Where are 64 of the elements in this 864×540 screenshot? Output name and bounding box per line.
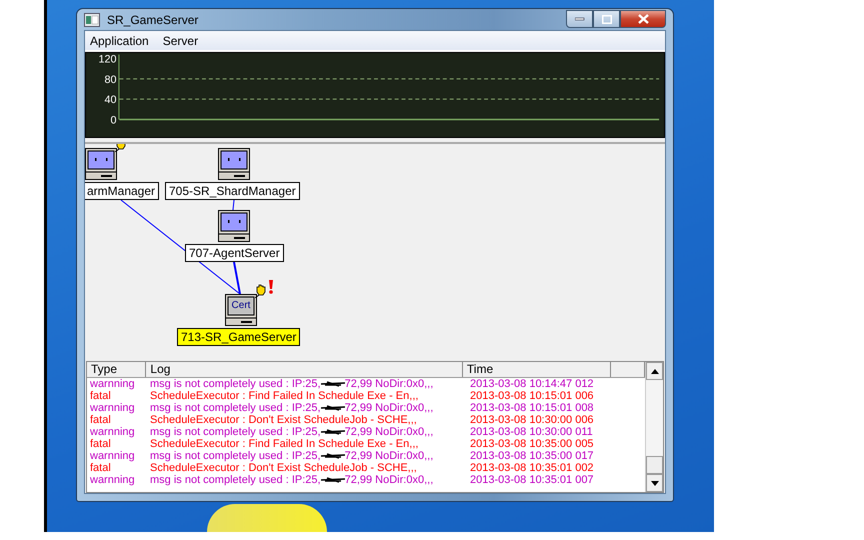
table-cell-text: warnning bbox=[89, 450, 136, 462]
menu-item[interactable]: Server bbox=[162, 34, 198, 48]
column-header[interactable]: Time bbox=[462, 362, 612, 377]
up-arrow-icon bbox=[650, 368, 658, 374]
computer-icon[interactable] bbox=[218, 210, 250, 242]
computer-icon[interactable] bbox=[218, 148, 250, 180]
y-axis-label: 80 bbox=[104, 74, 116, 86]
table-cell-text: 2013-03-08 10:30:00 006 bbox=[469, 414, 595, 426]
maximize-button[interactable] bbox=[593, 10, 620, 28]
table-cell-text: msg is not completely used : IP:25, 72,99 NoDir:0x0,,, bbox=[149, 378, 434, 390]
table-cell-text: ScheduleExecutor : Don't Exist ScheduleJob - SCHE,,, bbox=[149, 462, 418, 474]
table-cell-text: 2013-03-08 10:35:01 002 bbox=[469, 462, 595, 474]
table-cell-text: fatal bbox=[89, 390, 112, 402]
node-label[interactable]: 705-SR_ShardManager bbox=[165, 182, 300, 200]
y-axis-label: 0 bbox=[110, 114, 116, 124]
y-axis-label: 120 bbox=[98, 54, 116, 66]
column-header[interactable]: Type bbox=[87, 362, 146, 377]
table-cell-text: 2013-03-08 10:14:47 012 bbox=[469, 378, 595, 390]
node-label[interactable]: armManager bbox=[85, 182, 160, 200]
table-cell-text: ScheduleExecutor : Find Failed In Schedule Exe - En,,, bbox=[149, 438, 420, 450]
menu-item[interactable]: Application bbox=[90, 34, 149, 48]
window-icon bbox=[84, 12, 100, 26]
maximize-icon bbox=[602, 14, 612, 24]
window-title: SR_GameServer bbox=[107, 12, 198, 26]
computer-icon[interactable] bbox=[85, 148, 117, 180]
table-cell-text: msg is not completely used : IP:25, 72,99 NoDir:0x0,,, bbox=[149, 474, 434, 486]
table-cell-text: ScheduleExecutor : Don't Exist ScheduleJob - SCHE,,, bbox=[149, 414, 418, 426]
scroll-thumb[interactable] bbox=[646, 456, 663, 474]
down-arrow-icon bbox=[650, 480, 658, 486]
minimize-button[interactable] bbox=[566, 10, 593, 28]
table-cell-text: 2013-03-08 10:35:01 007 bbox=[469, 474, 595, 486]
redaction-scribble bbox=[320, 476, 345, 484]
scroll-up-button[interactable] bbox=[646, 362, 663, 380]
y-axis-label: 40 bbox=[104, 94, 116, 106]
scroll-down-button[interactable] bbox=[646, 474, 663, 492]
table-cell-text: fatal bbox=[89, 414, 112, 426]
redaction-scribble bbox=[320, 380, 345, 388]
redaction-scribble bbox=[320, 404, 345, 412]
close-icon bbox=[638, 14, 648, 24]
close-button[interactable] bbox=[620, 10, 666, 28]
table-cell-text: msg is not completely used : IP:25, 72,99 NoDir:0x0,,, bbox=[149, 402, 434, 414]
screen-label: Cert bbox=[230, 299, 252, 313]
minimize-icon bbox=[574, 17, 584, 21]
table-cell-text: msg is not completely used : IP:25, 72,99 NoDir:0x0,,, bbox=[149, 426, 434, 438]
redaction-scribble bbox=[320, 428, 345, 436]
table-cell-text: ScheduleExecutor : Find Failed In Schedule Exe - En,,, bbox=[149, 390, 420, 402]
table-cell-text: 2013-03-08 10:30:00 011 bbox=[469, 426, 594, 438]
vertical-scrollbar[interactable] bbox=[645, 362, 663, 492]
table-cell-text: fatal bbox=[89, 462, 112, 474]
column-header[interactable]: Log bbox=[146, 362, 463, 377]
table-cell-text: msg is not completely used : IP:25, 72,99 NoDir:0x0,,, bbox=[149, 450, 434, 462]
node-label[interactable]: 713-SR_GameServer bbox=[177, 328, 300, 346]
computer-icon[interactable] bbox=[225, 294, 257, 326]
table-cell-text: warnning bbox=[89, 378, 136, 390]
table-cell-text: 2013-03-08 10:35:00 017 bbox=[469, 450, 595, 462]
table-cell-text: fatal bbox=[89, 438, 112, 450]
table-cell-text: 2013-03-08 10:15:01 008 bbox=[469, 402, 595, 414]
table-cell-text: warnning bbox=[89, 402, 136, 414]
node-label[interactable]: 707-AgentServer bbox=[185, 244, 284, 262]
table-cell-text: warnning bbox=[89, 474, 136, 486]
table-cell-text: 2013-03-08 10:15:01 006 bbox=[469, 390, 595, 402]
table-cell-text: warnning bbox=[89, 426, 136, 438]
redaction-scribble bbox=[320, 452, 345, 460]
table-cell-text: 2013-03-08 10:35:00 005 bbox=[469, 438, 595, 450]
